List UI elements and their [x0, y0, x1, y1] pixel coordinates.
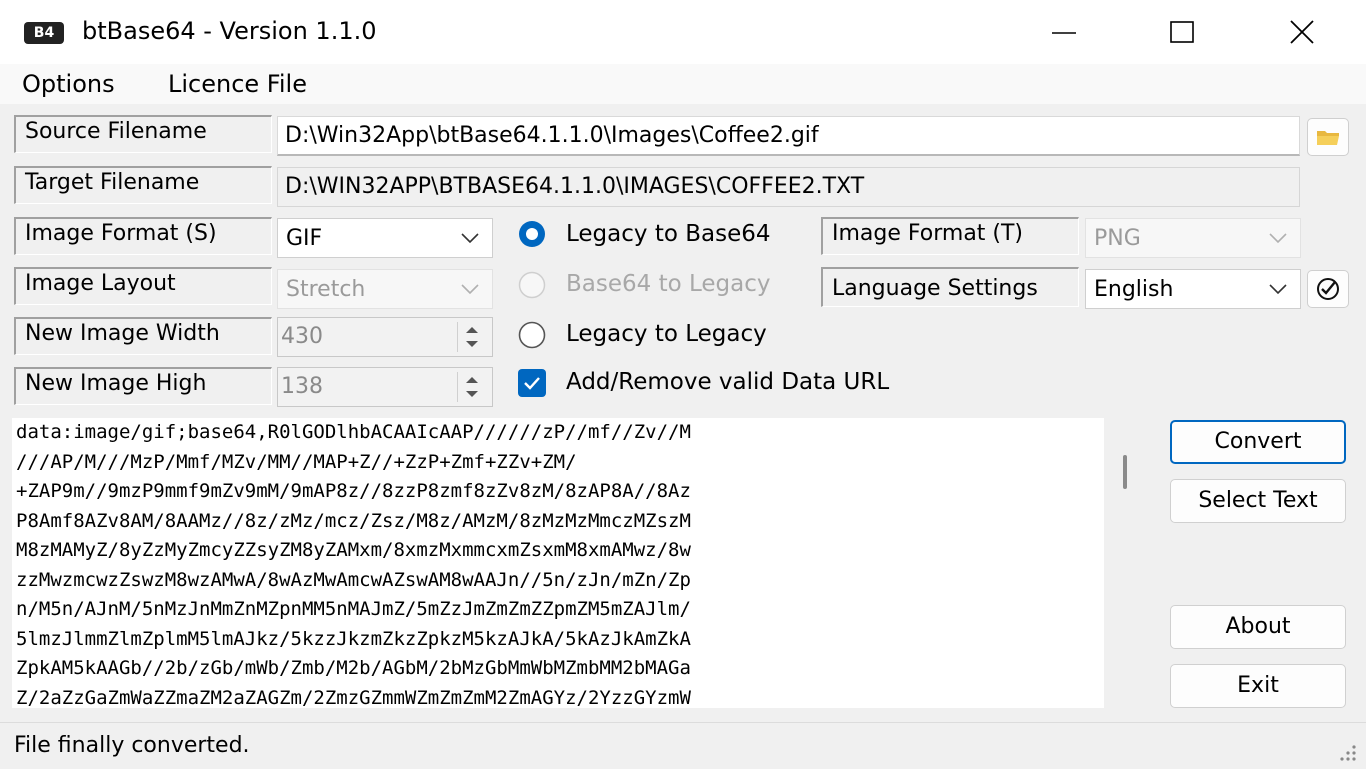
folder-icon	[1317, 131, 1339, 145]
about-button[interactable]: About	[1170, 605, 1346, 649]
output-line: ///AP/M///MzP/Mmf/MZv/MM//MAP+Z//+ZzP+Zm…	[16, 450, 577, 473]
new-image-high-stepper[interactable]: 138	[277, 367, 493, 407]
image-format-t-select[interactable]: PNG	[1085, 218, 1301, 258]
convert-button[interactable]: Convert	[1170, 420, 1346, 464]
maximize-icon	[1170, 21, 1194, 43]
legacy-to-legacy-radio[interactable]	[518, 321, 546, 349]
minimize-icon	[1052, 32, 1076, 34]
language-settings-label: Language Settings	[821, 267, 1079, 307]
image-layout-label: Image Layout	[14, 267, 272, 305]
language-value: English	[1094, 277, 1174, 302]
output-line: data:image/gif;base64,R0lGODlhbACAAIcAAP…	[16, 421, 691, 443]
image-format-s-value: GIF	[286, 226, 323, 251]
app-icon: B4	[24, 22, 64, 44]
new-image-high-label: New Image High	[14, 367, 272, 405]
output-line: Z/2aZzGaZmWaZZmaZM2aZAGZm/2ZmzGZmmWZmZmZ…	[16, 686, 691, 709]
new-image-width-value: 430	[281, 324, 323, 349]
image-format-s-select[interactable]: GIF	[277, 218, 493, 258]
title-bar: B4 btBase64 - Version 1.1.0	[0, 0, 1366, 64]
source-filename-label: Source Filename	[14, 115, 272, 153]
base64-to-legacy-radio[interactable]	[518, 271, 546, 299]
menu-licence-file[interactable]: Licence File	[168, 70, 307, 98]
output-line: zzMwzmcwzZswzM8wzAMwA/8wAzMwAmcwAZswAM8w…	[16, 568, 691, 591]
image-format-t-value: PNG	[1094, 226, 1141, 251]
output-line: ZpkAM5kAAGb//2b/zGb/mWb/Zmb/M2b/AGbM/2bM…	[16, 657, 691, 679]
status-bar: File finally converted.	[0, 722, 1366, 769]
textarea-scroll-thumb[interactable]	[1123, 455, 1127, 489]
legacy-to-legacy-label[interactable]: Legacy to Legacy	[566, 321, 767, 347]
legacy-to-base64-label[interactable]: Legacy to Base64	[566, 221, 771, 247]
status-text: File finally converted.	[14, 733, 250, 758]
new-image-width-stepper[interactable]: 430	[277, 317, 493, 357]
output-line: M8zMAMyZ/8yZzMyZmcyZZsyZM8yZAMxm/8xmzMxm…	[16, 539, 691, 561]
image-format-s-label: Image Format (S)	[14, 217, 272, 255]
resize-grip-icon[interactable]	[1334, 739, 1358, 763]
target-filename-field: D:\WIN32APP\BTBASE64.1.1.0\IMAGES\COFFEE…	[277, 167, 1300, 207]
base64-to-legacy-label[interactable]: Base64 to Legacy	[566, 271, 771, 297]
legacy-to-base64-radio[interactable]	[518, 220, 546, 248]
minimize-button[interactable]	[1034, 10, 1094, 56]
output-line: P8Amf8AZv8AM/8AAMz//8z/zMz/mcz/Zsz/M8z/A…	[16, 509, 691, 532]
chevron-down-icon	[1269, 284, 1287, 295]
browse-folder-button[interactable]	[1307, 118, 1349, 156]
base64-output-textarea[interactable]: data:image/gif;base64,R0lGODlhbACAAIcAAP…	[12, 418, 1104, 708]
menu-options[interactable]: Options	[22, 70, 115, 98]
exit-button[interactable]: Exit	[1170, 664, 1346, 708]
target-filename-label: Target Filename	[14, 166, 272, 204]
apply-language-button[interactable]	[1307, 270, 1349, 308]
close-icon	[1290, 20, 1314, 44]
new-image-width-label: New Image Width	[14, 317, 272, 355]
language-select[interactable]: English	[1085, 269, 1301, 309]
chevron-down-icon	[461, 233, 479, 244]
check-circle-icon	[1317, 278, 1339, 300]
maximize-button[interactable]	[1152, 10, 1212, 56]
output-line: 5lmzJlmmZlmZplmM5lmAJkz/5kzzJkzmZkzZpkzM…	[16, 627, 691, 650]
image-layout-select[interactable]: Stretch	[277, 269, 493, 309]
data-url-checkbox[interactable]	[518, 369, 546, 397]
source-filename-input[interactable]: D:\Win32App\btBase64.1.1.0\Images\Coffee…	[277, 116, 1300, 156]
image-format-t-label: Image Format (T)	[821, 217, 1079, 255]
spin-arrows-icon[interactable]	[457, 322, 486, 352]
output-line: +ZAP9m//9mzP9mmf9mZv9mM/9mAP8z//8zzP8zmf…	[16, 480, 691, 502]
close-button[interactable]	[1272, 10, 1332, 56]
window-title: btBase64 - Version 1.1.0	[82, 17, 377, 45]
chevron-down-icon	[1269, 233, 1287, 244]
data-url-label[interactable]: Add/Remove valid Data URL	[566, 369, 889, 395]
checkmark-icon	[524, 377, 540, 390]
image-layout-value: Stretch	[286, 277, 366, 302]
output-line: n/M5n/AJnM/5nMzJnMmZnMZpnMM5nMAJmZ/5mZzJ…	[16, 598, 691, 620]
select-text-button[interactable]: Select Text	[1170, 479, 1346, 523]
menu-bar: Options Licence File	[0, 64, 1366, 104]
chevron-down-icon	[461, 284, 479, 295]
spin-arrows-icon[interactable]	[457, 372, 486, 402]
new-image-high-value: 138	[281, 374, 323, 399]
